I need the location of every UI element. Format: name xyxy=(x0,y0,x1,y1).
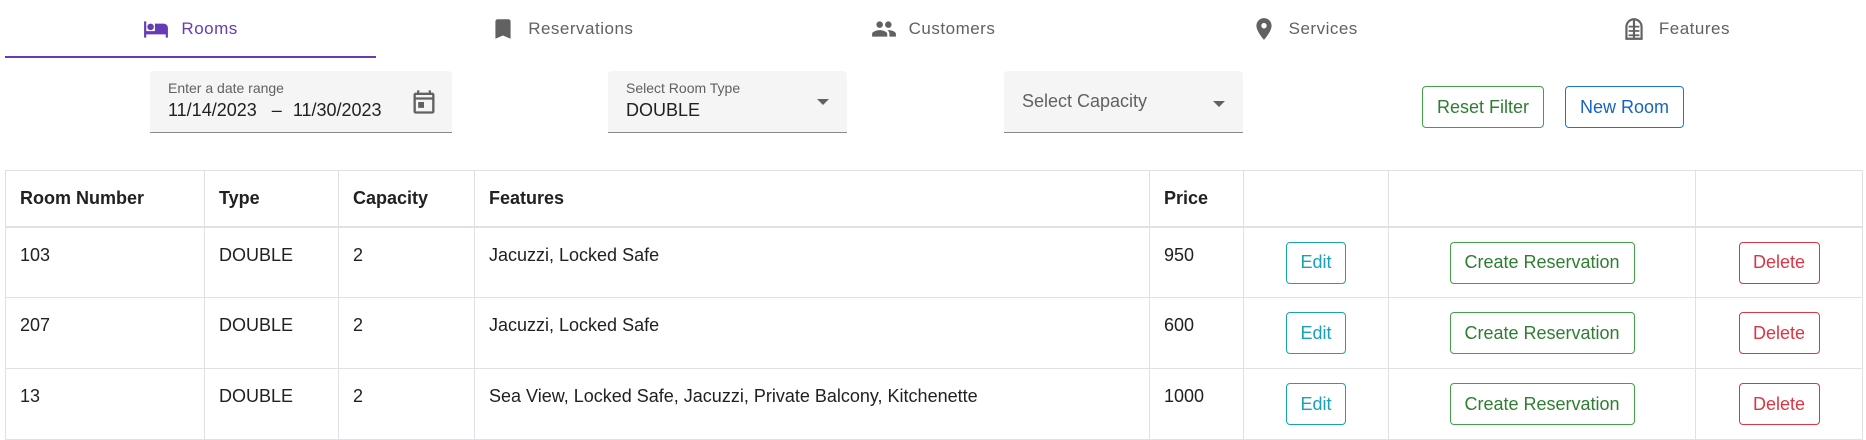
edit-button[interactable]: Edit xyxy=(1286,383,1346,425)
capacity-select[interactable]: Select Capacity xyxy=(1004,71,1243,133)
people-icon xyxy=(871,21,896,37)
delete-cell: Delete xyxy=(1695,226,1863,298)
price-cell: 950 xyxy=(1149,226,1244,298)
reset-filter-button[interactable]: Reset Filter xyxy=(1422,86,1544,128)
room-type-label: Select Room Type xyxy=(626,80,741,96)
column-header xyxy=(1695,170,1863,228)
nav-tabs: Rooms Reservations Customers Services Fe… xyxy=(5,0,1861,58)
price-cell: 600 xyxy=(1149,297,1244,369)
tab-rooms[interactable]: Rooms xyxy=(5,0,377,58)
column-header: Room Number xyxy=(5,170,205,228)
table-row: 207 DOUBLE 2 Jacuzzi, Locked Safe 600 Ed… xyxy=(5,297,1863,369)
create-reservation-button[interactable]: Create Reservation xyxy=(1449,383,1635,425)
delete-button[interactable]: Delete xyxy=(1738,383,1820,425)
room-type-value: DOUBLE xyxy=(626,100,701,120)
delete-cell: Delete xyxy=(1695,297,1863,369)
create-reservation-button[interactable]: Create Reservation xyxy=(1449,312,1635,354)
tab-label: Reservations xyxy=(528,19,634,38)
chevron-down-icon[interactable] xyxy=(1213,101,1225,107)
create-reservation-button[interactable]: Create Reservation xyxy=(1449,241,1635,284)
edit-cell: Edit xyxy=(1243,297,1389,369)
room-number-cell: 207 xyxy=(5,297,205,369)
edit-cell: Edit xyxy=(1243,368,1389,440)
column-header xyxy=(1388,170,1696,228)
end-date: 11/30/2023 xyxy=(292,100,382,120)
table-row: 13 DOUBLE 2 Sea View, Locked Safe, Jacuz… xyxy=(5,368,1863,440)
delete-button[interactable]: Delete xyxy=(1738,312,1820,354)
bookmark-icon xyxy=(495,19,511,39)
tab-label: Features xyxy=(1658,19,1730,38)
capacity-cell: 2 xyxy=(338,297,475,369)
edit-cell: Edit xyxy=(1243,226,1389,298)
reserve-cell: Create Reservation xyxy=(1388,368,1696,440)
room-type-cell: DOUBLE xyxy=(204,297,339,369)
column-header: Capacity xyxy=(338,170,475,228)
tab-label: Customers xyxy=(908,19,996,38)
tab-label: Services xyxy=(1288,19,1358,38)
building-icon xyxy=(1625,18,1643,40)
date-range-value[interactable]: 11/14/2023 – 11/30/2023 xyxy=(168,100,382,121)
features-cell: Jacuzzi, Locked Safe xyxy=(474,226,1150,298)
table-row: 103 DOUBLE 2 Jacuzzi, Locked Safe 950 Ed… xyxy=(5,226,1863,298)
room-type-cell: DOUBLE xyxy=(204,368,339,440)
column-header: Price xyxy=(1149,170,1244,228)
reserve-cell: Create Reservation xyxy=(1388,297,1696,369)
chevron-down-icon[interactable] xyxy=(817,99,829,105)
capacity-cell: 2 xyxy=(338,226,475,298)
tab-customers[interactable]: Customers xyxy=(747,0,1118,58)
start-date: 11/14/2023 xyxy=(168,100,257,120)
delete-button[interactable]: Delete xyxy=(1738,241,1820,284)
price-cell: 1000 xyxy=(1149,368,1244,440)
reserve-cell: Create Reservation xyxy=(1388,226,1696,298)
tab-label: Rooms xyxy=(181,19,238,38)
room-number-cell: 103 xyxy=(5,226,205,298)
capacity-cell: 2 xyxy=(338,368,475,440)
table-header-row: Room Number Type Capacity Features Price xyxy=(5,170,1863,228)
date-range-label: Enter a date range xyxy=(168,80,284,96)
column-header: Features xyxy=(474,170,1150,228)
rooms-table: Room Number Type Capacity Features Price… xyxy=(5,170,1863,440)
room-type-select[interactable]: Select Room Type DOUBLE xyxy=(608,71,847,133)
date-separator: – xyxy=(271,100,282,120)
calendar-icon[interactable] xyxy=(410,88,438,116)
bed-icon xyxy=(144,21,169,38)
edit-button[interactable]: Edit xyxy=(1286,312,1346,354)
edit-button[interactable]: Edit xyxy=(1286,241,1346,284)
room-number-cell: 13 xyxy=(5,368,205,440)
location-pin-icon xyxy=(1256,18,1272,40)
tab-features[interactable]: Features xyxy=(1490,0,1861,58)
date-range-field[interactable]: Enter a date range 11/14/2023 – 11/30/20… xyxy=(150,71,452,133)
tab-services[interactable]: Services xyxy=(1119,0,1490,58)
tab-reservations[interactable]: Reservations xyxy=(376,0,747,58)
room-type-cell: DOUBLE xyxy=(204,226,339,298)
column-header: Type xyxy=(204,170,339,228)
capacity-placeholder: Select Capacity xyxy=(1022,91,1148,111)
delete-cell: Delete xyxy=(1695,368,1863,440)
features-cell: Sea View, Locked Safe, Jacuzzi, Private … xyxy=(474,368,1150,440)
new-room-button[interactable]: New Room xyxy=(1565,86,1684,128)
column-header xyxy=(1243,170,1389,228)
features-cell: Jacuzzi, Locked Safe xyxy=(474,297,1150,369)
